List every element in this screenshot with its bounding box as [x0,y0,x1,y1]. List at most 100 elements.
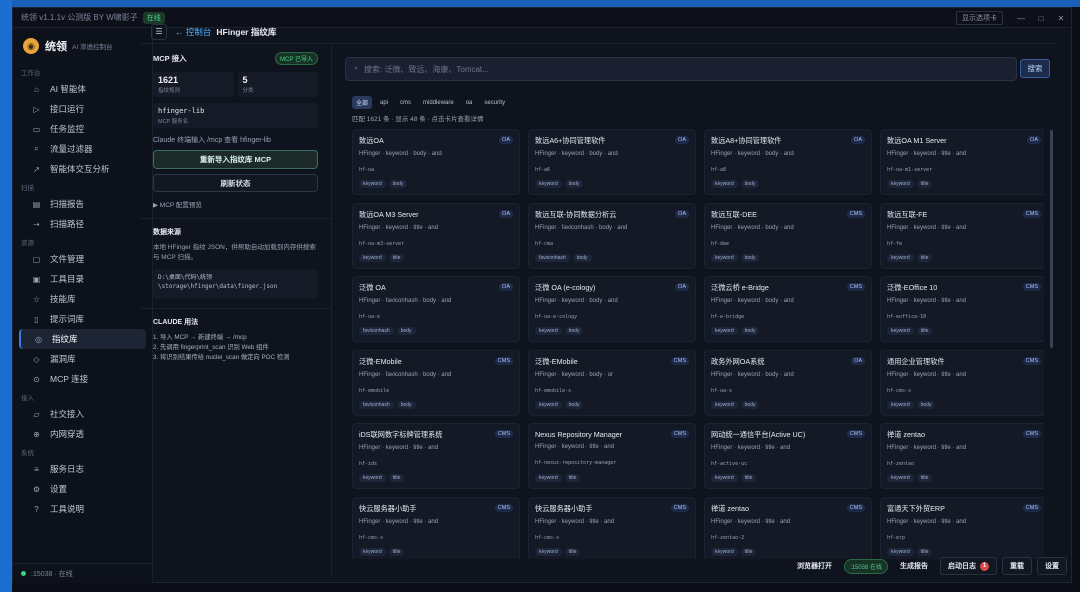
fingerprint-card[interactable]: 通用企业管理软件 CMS HFinger · keyword · title · a… [880,349,1044,416]
card-id: hf-cms-s [359,534,384,541]
fingerprint-card[interactable]: 泛微云桥 e-Bridge CMS HFinger · keyword · body… [704,276,872,342]
filter-chip[interactable]: cms [396,98,415,108]
refresh-status-button[interactable]: 刷新状态 [153,174,318,192]
brand-subtitle: AI 渗透控制台 [72,44,113,51]
sidebar-item[interactable]: ⊕ 内网穿透 [19,424,146,444]
mcp-config-toggle[interactable]: ▶ MCP 配置预览 [153,199,318,209]
sidebar-item[interactable]: ⇢ 扫描路径 [19,214,146,234]
keyword-chip: body [740,180,760,188]
fingerprint-card[interactable]: 快云服务器小助手 CMS HFinger · keyword · title · a… [528,496,696,559]
keyword-chip: keyword [887,400,914,409]
card-id: hf-emobile [359,387,390,394]
desktop-taskbar [0,0,1080,7]
fingerprint-card[interactable]: 泛微-EMobile CMS HFinger · keyword · body · … [528,349,696,416]
card-category-badge: OA [851,356,865,365]
fingerprint-card[interactable]: 禅道 zentao CMS HFinger · keyword · title · … [704,496,872,559]
result-count: 匹配 1621 条 · 显示 48 条 · 点击卡片查看详情 [352,116,484,123]
fingerprint-card[interactable]: 泛微 OA OA HFinger · faviconhash · body · an… [352,276,520,342]
desktop-background [0,0,12,592]
start-log-button[interactable]: 启动日志 1 [940,557,998,575]
sidebar-item[interactable]: ▱ 社交接入 [19,404,146,424]
card-id: hf-cma [535,240,554,247]
reimport-mcp-button[interactable]: 重新导入指纹库 MCP [153,150,318,169]
fingerprint-card[interactable]: 泛微-EMobile CMS HFinger · faviconhash · bod… [352,349,520,416]
sidebar-item[interactable]: ⚙ 设置 [19,479,146,499]
card-desc: HFinger · keyword · title · and [359,518,439,525]
card-id: hf-zentao [887,461,915,467]
filter-chip[interactable]: api [376,98,392,108]
sidebar-item[interactable]: ◎ 指纹库 [19,329,146,349]
sidebar-item[interactable]: ☆ 技能库 [19,289,146,309]
card-keywords: keyword body [711,253,760,262]
fingerprint-card[interactable]: 致远A6+协同管理软件 OA HFinger · keyword · body · … [528,129,696,195]
window-title: 统领 v1.1.1v 公测版 BY W啸影子 [21,13,138,22]
fingerprint-card[interactable]: 政务外网OA系统 OA HFinger · keyword · body · and… [704,349,872,416]
menu-icon[interactable]: ☰ [151,23,167,40]
card-category-badge: CMS [846,283,865,291]
fingerprint-card[interactable]: 禅道 zentao CMS HFinger · keyword · title · … [880,423,1044,489]
fingerprint-card[interactable]: 快云服务器小助手 CMS HFinger · keyword · title · a… [352,496,520,559]
sidebar-item[interactable]: ⌕ 流量过滤器 [19,139,146,159]
sidebar-item[interactable]: ↗ 智能体交互分析 [19,159,146,179]
fingerprint-card[interactable]: iDS联网数字标牌管理系统 CMS HFinger · keyword · titl… [352,423,520,489]
fingerprint-card[interactable]: 致远互联-FE CMS HFinger · keyword · title · an… [880,202,1044,269]
search-input[interactable]: ⌕ 搜索: 泛微、致远、海康、Tomcat... [345,57,1017,81]
sidebar-item[interactable]: ▭ 任务监控 [19,119,146,139]
data-source-title: 数据来源 [153,229,181,236]
sidebar-item[interactable]: ? 工具说明 [19,499,146,519]
fingerprint-card[interactable]: 致远互联-协同数据分析云 OA HFinger · faviconhash · bo… [528,202,696,269]
restart-button[interactable]: 重载 [1002,557,1033,575]
mcp-panel-title: MCP 接入 [153,54,187,63]
play-icon: ▷ [33,104,40,114]
fingerprint-card[interactable]: 泛微-EOffice 10 CMS HFinger · keyword · titl… [880,276,1044,342]
card-id: hf-cms-s [535,534,560,541]
sidebar-item[interactable]: ⌂ AI 智能体 [19,79,146,99]
fingerprint-card[interactable]: 泛微 OA (e-cology) OA HFinger · keyword · bo… [528,276,696,342]
card-title: 致远A6+协同管理软件 [535,136,606,145]
sidebar-item-label: 提示词库 [50,314,85,324]
sidebar-item[interactable]: ▯ 提示词库 [19,309,146,329]
sidebar-item[interactable]: ▤ 扫描报告 [19,194,146,214]
grid-scrollbar[interactable] [1050,130,1053,348]
keyword-chip: title [916,180,933,188]
fingerprint-card[interactable]: 致远OA M1 Server OA HFinger · keyword · titl… [880,129,1044,195]
divider [140,308,331,309]
card-category-badge: CMS [1022,503,1041,512]
sidebar-item[interactable]: ▢ 文件管理 [19,249,146,269]
sidebar-item[interactable]: ◇ 漏洞库 [19,349,146,369]
sidebar-item[interactable]: ⊙ MCP 连接 [19,369,146,389]
fingerprint-card[interactable]: 致远OA M3 Server OA HFinger · keyword · titl… [352,202,520,269]
open-browser-button[interactable]: 浏览器打开 [790,558,839,574]
search-button[interactable]: 搜索 [1020,59,1050,78]
fingerprint-card[interactable]: 网动统一通信平台(Active UC) CMS HFinger · keyword … [704,423,872,489]
settings-button[interactable]: 设置 [1037,557,1068,575]
sidebar-item-label: 技能库 [50,294,76,304]
logo-icon: ◉ [23,38,39,54]
sidebar-section-label: 资源 [21,240,34,247]
filter-chip[interactable]: security [480,98,509,108]
sidebar-item[interactable]: ▷ 接口运行 [19,99,146,119]
fingerprint-card[interactable]: 富通天下外贸ERP CMS HFinger · keyword · title · … [880,496,1044,559]
keyword-chip: keyword [887,253,914,262]
keyword-chip: body [572,253,592,262]
generate-report-button[interactable]: 生成报告 [893,558,935,574]
card-keywords: faviconhash body [359,327,416,335]
server-status-text: :15038 · 在线 [31,570,73,578]
back-link[interactable]: ← 控制台 [175,26,211,38]
fingerprint-card[interactable]: 致远OA OA HFinger · keyword · body · and hf-o… [352,129,520,195]
filter-chip[interactable]: 全部 [352,96,373,109]
path-icon: ⇢ [33,219,40,229]
fingerprint-card[interactable]: Nexus Repository Manager CMS HFinger · key… [528,423,696,489]
filter-chip[interactable]: oa [462,98,477,108]
sidebar-item[interactable]: ▣ 工具目录 [19,269,146,289]
sidebar-item[interactable]: ≡ 服务日志 [19,459,146,479]
fingerprint-card[interactable]: 致远A8+协同管理软件 OA HFinger · keyword · body · … [704,129,872,195]
card-desc: HFinger · keyword · body · and [711,298,794,304]
filter-chip[interactable]: middleware [419,98,458,108]
keyword-chip: body [740,327,760,335]
card-category-badge: CMS [846,503,865,512]
keyword-chip: keyword [711,474,738,482]
sidebar-item-label: 扫描报告 [50,199,85,209]
keyword-chip: keyword [359,474,386,482]
fingerprint-card[interactable]: 致远互联-DEE CMS HFinger · keyword · body · an… [704,202,872,269]
